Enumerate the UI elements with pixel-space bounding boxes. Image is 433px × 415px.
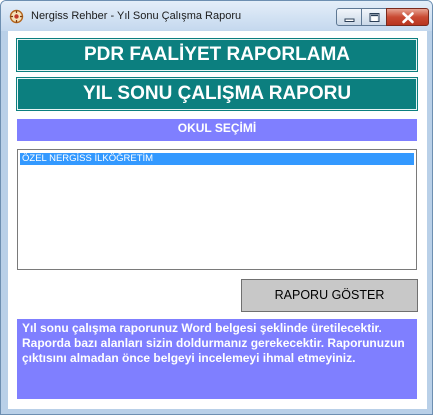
main-header: PDR FAALİYET RAPORLAMA (16, 38, 418, 72)
window-title: Nergiss Rehber - Yıl Sonu Çalışma Raporu (31, 10, 242, 22)
minimize-icon (344, 18, 355, 22)
sub-header: YIL SONU ÇALIŞMA RAPORU (16, 77, 418, 111)
school-list-item[interactable]: ÖZEL NERGİSS İLKÖĞRETİM (20, 153, 414, 165)
app-window: Nergiss Rehber - Yıl Sonu Çalışma Raporu… (0, 0, 433, 415)
minimize-button[interactable] (336, 8, 362, 26)
close-button[interactable] (386, 8, 429, 26)
school-listbox[interactable]: ÖZEL NERGİSS İLKÖĞRETİM (17, 149, 417, 270)
maximize-icon (369, 13, 380, 22)
maximize-button[interactable] (361, 8, 387, 26)
school-section-title: OKUL SEÇİMİ (17, 119, 417, 141)
app-icon (9, 9, 24, 24)
client-area: PDR FAALİYET RAPORLAMA YIL SONU ÇALIŞMA … (8, 31, 427, 409)
info-text: Yıl sonu çalışma raporunuz Word belgesi … (17, 319, 417, 399)
show-report-button[interactable]: RAPORU GÖSTER (241, 279, 418, 312)
title-bar[interactable]: Nergiss Rehber - Yıl Sonu Çalışma Raporu (1, 1, 432, 31)
close-icon (402, 12, 414, 24)
